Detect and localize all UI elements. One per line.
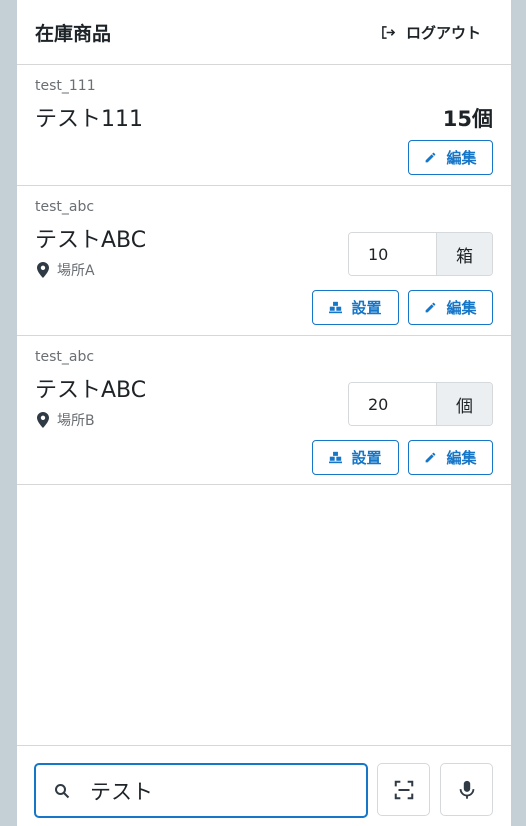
- microphone-icon: [459, 780, 474, 799]
- list-item: test_abc テストABC 場所A 10 箱 設置 編集: [17, 186, 511, 336]
- quantity-value[interactable]: 10: [349, 233, 436, 275]
- page-title: 在庫商品: [35, 22, 112, 45]
- quantity-value[interactable]: 20: [349, 383, 436, 425]
- item-name: テストABC: [35, 228, 147, 253]
- edit-button[interactable]: 編集: [408, 290, 493, 325]
- edit-label: 編集: [446, 149, 477, 167]
- quantity-field[interactable]: 10 箱: [348, 232, 493, 276]
- pencil-icon: [426, 152, 436, 163]
- pencil-icon: [426, 452, 436, 463]
- map-pin-icon: [37, 262, 49, 278]
- boxes-icon: [329, 451, 343, 464]
- list-item: test_111 テスト111 15個 編集: [17, 65, 511, 186]
- list-item: test_abc テストABC 場所B 20 個 設置 編集: [17, 336, 511, 485]
- item-quantity: 15個: [442, 107, 493, 131]
- scan-button[interactable]: [377, 763, 430, 816]
- install-label: 設置: [351, 449, 382, 467]
- search-icon: [55, 783, 70, 798]
- search-input[interactable]: [90, 778, 350, 803]
- logout-label: ログアウト: [405, 23, 481, 42]
- boxes-icon: [329, 301, 343, 314]
- edit-label: 編集: [446, 449, 477, 467]
- quantity-unit: 箱: [436, 233, 492, 275]
- microphone-button[interactable]: [440, 763, 493, 816]
- edit-button[interactable]: 編集: [408, 440, 493, 475]
- inventory-panel: 在庫商品 ログアウト test_111 テスト111 15個 編集 test_a…: [17, 0, 511, 826]
- quantity-field[interactable]: 20 個: [348, 382, 493, 426]
- location-label: 場所A: [57, 263, 95, 279]
- item-code: test_abc: [35, 199, 95, 215]
- item-location: 場所A: [37, 260, 95, 280]
- search-box[interactable]: [34, 763, 368, 818]
- edit-button[interactable]: 編集: [408, 140, 493, 175]
- edit-label: 編集: [446, 299, 477, 317]
- item-code: test_111: [35, 78, 96, 94]
- pencil-icon: [426, 302, 436, 313]
- install-button[interactable]: 設置: [312, 290, 399, 325]
- logout-icon: [382, 25, 396, 39]
- item-code: test_abc: [35, 349, 95, 365]
- header: 在庫商品 ログアウト: [17, 0, 511, 65]
- logout-button[interactable]: ログアウト: [381, 22, 481, 43]
- search-bar: [17, 745, 511, 826]
- install-label: 設置: [351, 299, 382, 317]
- scan-icon: [394, 780, 413, 799]
- item-name: テストABC: [35, 378, 147, 403]
- item-name: テスト111: [35, 107, 143, 132]
- quantity-unit: 個: [436, 383, 492, 425]
- map-pin-icon: [37, 412, 49, 428]
- item-location: 場所B: [37, 410, 95, 430]
- install-button[interactable]: 設置: [312, 440, 399, 475]
- location-label: 場所B: [57, 413, 95, 429]
